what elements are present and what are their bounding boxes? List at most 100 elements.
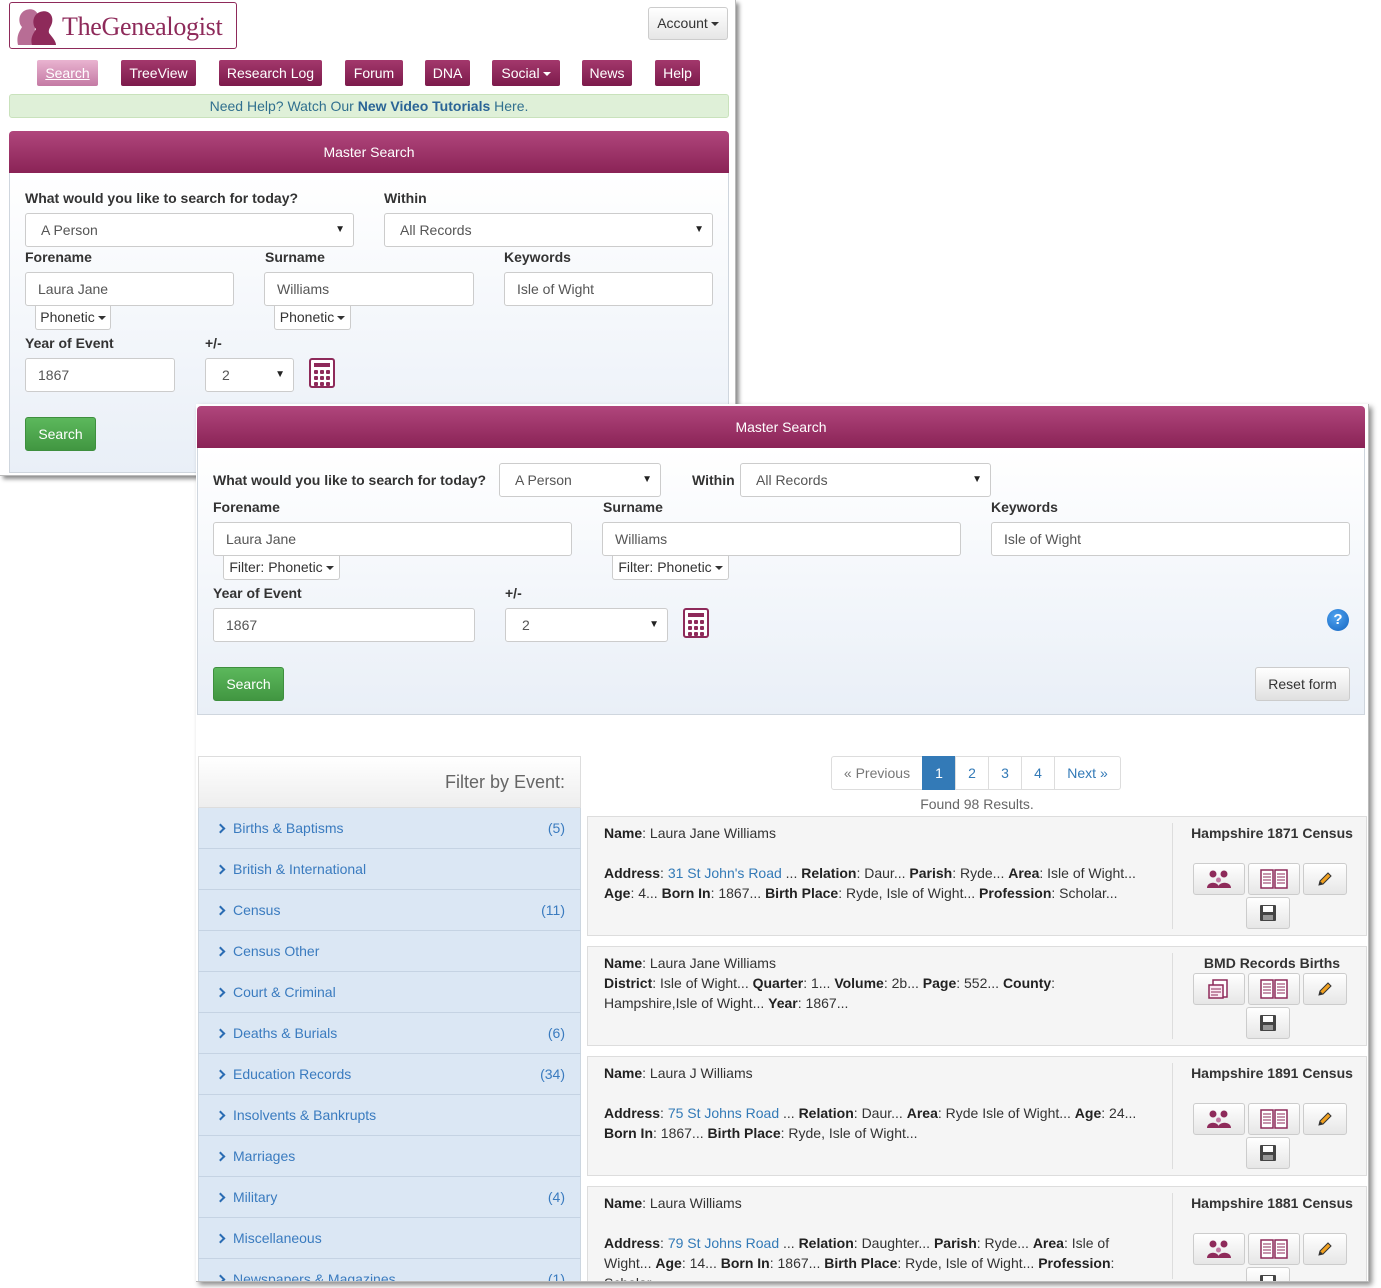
plusminus-label: +/- [205,335,222,351]
nav-treeview[interactable]: TreeView [121,60,196,86]
field-value: : 2b... [883,975,923,991]
address-link[interactable]: 75 St Johns Road [668,1105,779,1121]
filter-item[interactable]: Miscellaneous [198,1218,581,1259]
pencil-button[interactable] [1303,1233,1347,1265]
nav-help[interactable]: Help [655,60,700,86]
calculator-icon[interactable] [309,358,335,388]
pagination-page-3[interactable]: 3 [988,756,1022,790]
field-value: : Ryde... [976,1235,1033,1251]
keywords-input[interactable]: Isle of Wight [991,522,1350,556]
result-line: Name: Laura Jane Williams [604,823,1164,843]
field-value: : 1867... [710,885,766,901]
filter-item[interactable]: Military (4) [198,1177,581,1218]
pagination-previous[interactable]: « Previous [831,756,923,790]
save-button[interactable] [1246,1137,1290,1169]
surname-phonetic-filter[interactable]: Phonetic [274,306,351,330]
address-link[interactable]: 31 St John's Road [668,865,782,881]
forename-phonetic-filter[interactable]: Filter: Phonetic [223,556,340,580]
help-banner[interactable]: Need Help? Watch Our New Video Tutorials… [9,94,729,118]
transcript-button[interactable] [1248,1103,1300,1135]
nav-search[interactable]: Search [37,60,98,86]
filter-item[interactable]: Insolvents & Bankrupts [198,1095,581,1136]
field-label: Parish [933,1235,977,1251]
plusminus-select[interactable]: 2 ▼ [205,358,294,392]
result-details: Name: Laura J Williams Address: 75 St Joh… [604,1063,1164,1143]
nav-social[interactable]: Social [492,60,560,86]
forename-input[interactable]: Laura Jane [25,272,234,306]
pagination-label: « Previous [843,765,911,781]
family-button[interactable] [1193,1233,1245,1265]
filter-item[interactable]: Births & Baptisms (5) [198,808,581,849]
field-value: : 14... [681,1255,721,1271]
pagination-label: Next » [1067,765,1108,781]
nav-research-log[interactable]: Research Log [219,60,322,86]
within-select[interactable]: All Records ▼ [740,463,991,497]
nav-dna[interactable]: DNA [425,60,470,86]
transcript-button[interactable] [1248,973,1300,1005]
account-dropdown[interactable]: Account [648,7,728,40]
result-line: Name: Laura Williams [604,1193,1164,1213]
surname-input[interactable]: Williams [264,272,474,306]
nav-label: Help [663,65,692,81]
field-label: Relation [801,865,857,881]
save-button[interactable] [1246,897,1290,929]
filter-item[interactable]: Census (11) [198,890,581,931]
search-type-select[interactable]: A Person ▼ [25,213,354,247]
site-logo[interactable]: TheGenealogist [9,2,237,49]
pagination-next[interactable]: Next » [1054,756,1121,790]
transcript-button[interactable] [1248,1233,1300,1265]
pencil-button[interactable] [1303,1103,1347,1135]
surname-phonetic-filter[interactable]: Filter: Phonetic [612,556,729,580]
field-value: : Ryde, Isle of Wight... [897,1255,1039,1271]
transcript-icon [1260,979,1288,999]
family-button[interactable] [1193,1103,1245,1135]
pagination-page-4[interactable]: 4 [1021,756,1055,790]
field-value: Scholar [604,1275,651,1281]
chevron-right-icon [215,1028,226,1039]
family-button[interactable] [1193,863,1245,895]
keywords-input[interactable]: Isle of Wight [504,272,713,306]
pencil-button[interactable] [1303,863,1347,895]
save-button[interactable] [1246,1267,1290,1281]
filter-item[interactable]: British & International [198,849,581,890]
filter-item-label: Military [233,1189,278,1205]
nav-label: Social [501,65,540,81]
caret-down-icon [542,72,551,77]
save-button[interactable] [1246,1007,1290,1039]
within-select[interactable]: All Records ▼ [384,213,713,247]
filter-item[interactable]: Marriages [198,1136,581,1177]
document-image-button[interactable] [1193,973,1245,1005]
search-button[interactable]: Search [25,417,96,451]
field-value: : Ryde, Isle of Wight... [780,1125,918,1141]
calculator-icon[interactable] [683,608,709,638]
field-label: Year [768,995,798,1011]
search-type-select[interactable]: A Person ▼ [499,463,661,497]
filter-item[interactable]: Deaths & Burials (6) [198,1013,581,1054]
transcript-icon [1260,1239,1288,1259]
field-label: Quarter [752,975,804,991]
transcript-button[interactable] [1248,863,1300,895]
year-input[interactable]: 1867 [25,358,175,392]
plusminus-select[interactable]: 2 ▼ [505,608,668,642]
year-input[interactable]: 1867 [213,608,475,642]
help-question-icon[interactable]: ? [1327,609,1349,631]
forename-phonetic-filter[interactable]: Phonetic [35,306,111,330]
field-label: Address [604,1105,661,1121]
forename-input[interactable]: Laura Jane [213,522,572,556]
nav-forum[interactable]: Forum [345,60,403,86]
surname-input[interactable]: Williams [602,522,961,556]
filter-item[interactable]: Court & Criminal [198,972,581,1013]
address-link[interactable]: 79 St Johns Road [668,1235,779,1251]
keywords-label: Keywords [991,499,1058,515]
search-button[interactable]: Search [213,667,284,701]
input-value: 1867 [226,617,258,633]
pagination-page-2[interactable]: 2 [955,756,989,790]
pencil-button[interactable] [1303,973,1347,1005]
filter-item[interactable]: Newspapers & Magazines (1) [198,1259,581,1281]
reset-form-button[interactable]: Reset form [1255,667,1350,701]
nav-news[interactable]: News [582,60,632,86]
video-tutorials-link[interactable]: New Video Tutorials [358,98,491,114]
filter-item[interactable]: Census Other [198,931,581,972]
pagination-page-1[interactable]: 1 [922,756,956,790]
filter-item[interactable]: Education Records (34) [198,1054,581,1095]
